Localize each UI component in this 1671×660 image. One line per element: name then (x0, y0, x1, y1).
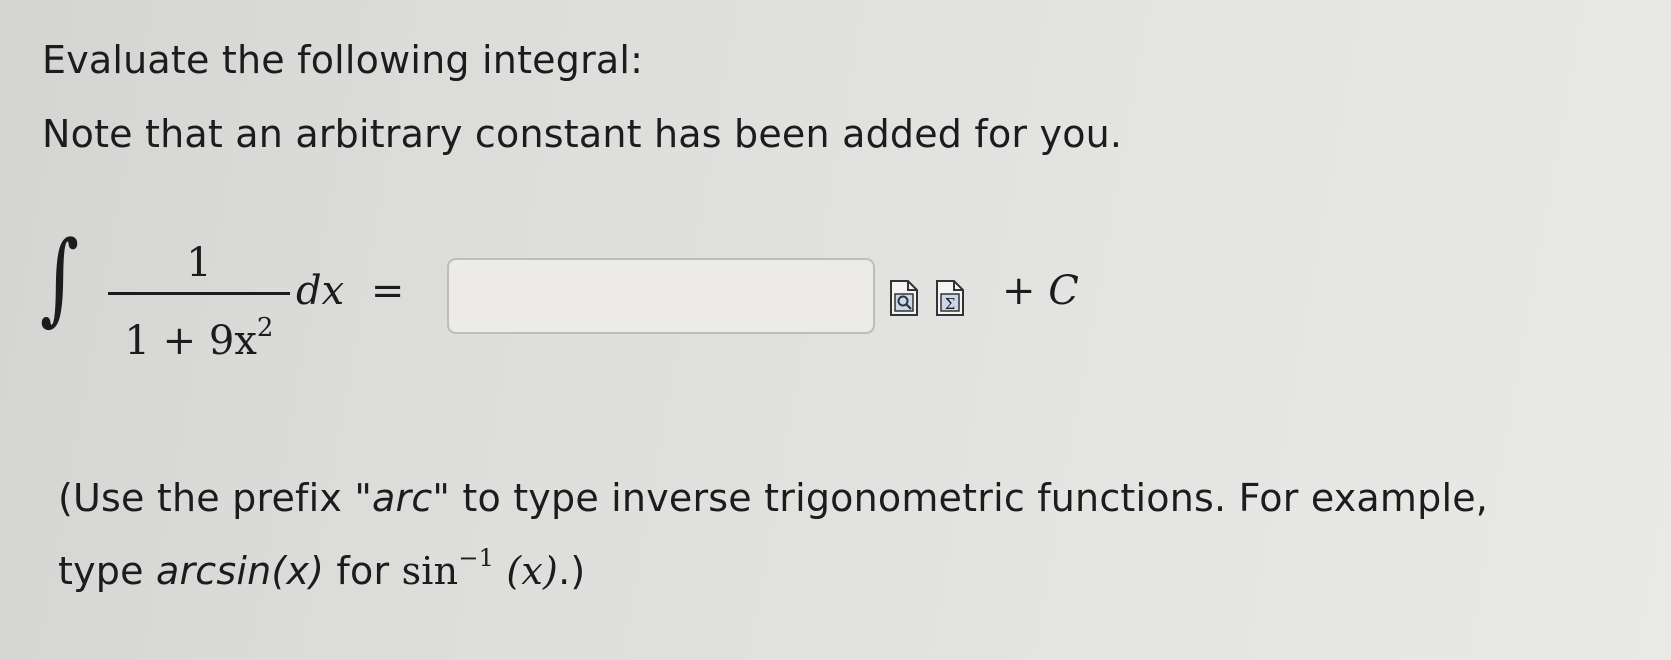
equals-sign: = (370, 268, 405, 314)
sin-exponent: −1 (458, 544, 495, 572)
hint-end: " to type inverse trigonometric function… (432, 476, 1489, 520)
hint-example: arcsin(x) (155, 549, 325, 593)
hint-close: .) (558, 549, 586, 593)
differential: dx (296, 268, 345, 314)
fraction-denominator: 1 + 9x2 (108, 303, 290, 364)
sin-argument: (x) (506, 549, 559, 593)
hint-type: type (58, 549, 156, 593)
differential-equals: dx = (296, 268, 404, 314)
denominator-base: 1 + 9x (124, 318, 257, 364)
fraction-bar (108, 292, 290, 295)
hint-line-2: type arcsin(x) for sin−1 (x).) (58, 544, 585, 593)
question-note: Note that an arbitrary constant has been… (42, 112, 1123, 156)
integrand-fraction: 1 1 + 9x2 (108, 238, 290, 364)
sin-inverse: sin−1 (x) (401, 544, 559, 593)
hint-for: for (324, 549, 402, 593)
answer-input[interactable] (447, 258, 875, 334)
equation-editor-icon[interactable]: Σ (934, 278, 966, 318)
hint-start: (Use the prefix " (58, 476, 373, 520)
fraction-numerator: 1 (186, 240, 212, 286)
sin-text: sin (401, 549, 459, 593)
denominator-exponent: 2 (256, 313, 274, 343)
hint-prefix-word: arc (372, 476, 433, 520)
question-heading: Evaluate the following integral: (42, 38, 644, 82)
plus-c: + C (1002, 268, 1079, 314)
preview-answer-icon[interactable] (888, 278, 920, 318)
hint-line-1: (Use the prefix "arc" to type inverse tr… (58, 476, 1488, 520)
integral-sign: ∫ (40, 219, 80, 336)
sigma-glyph: Σ (945, 295, 956, 313)
constant-of-integration: + C (1002, 268, 1079, 314)
